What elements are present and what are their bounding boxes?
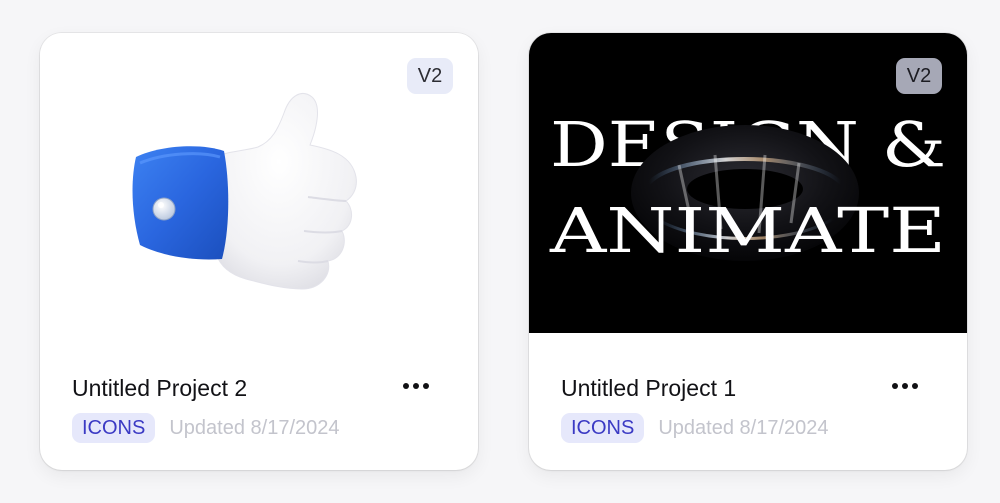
category-tag[interactable]: ICONS	[72, 413, 156, 443]
project-thumbnail[interactable]: V2	[40, 33, 478, 333]
version-badge: V2	[407, 58, 453, 94]
project-info: Untitled Project 1 ICONS Updated 8/17/20…	[561, 373, 935, 443]
updated-date: Updated 8/17/2024	[658, 416, 829, 439]
more-horizontal-icon	[892, 383, 898, 389]
more-options-button[interactable]	[887, 371, 923, 401]
project-card[interactable]: V2 Untitled Project 2 ICONS Updated 8/17…	[40, 33, 478, 470]
more-options-button[interactable]	[398, 371, 434, 401]
project-grid: V2 Untitled Project 2 ICONS Updated 8/17…	[0, 0, 1000, 503]
updated-date: Updated 8/17/2024	[169, 416, 340, 439]
project-title[interactable]: Untitled Project 2	[72, 373, 446, 403]
project-info: Untitled Project 2 ICONS Updated 8/17/20…	[72, 373, 446, 443]
artwork-line-2: ANIMATE	[549, 194, 946, 267]
project-meta: ICONS Updated 8/17/2024	[561, 413, 935, 443]
project-card[interactable]: DESIGN & ANIMATE V2 Untitled Project 1 I…	[529, 33, 967, 470]
more-horizontal-icon	[403, 383, 409, 389]
project-thumbnail[interactable]: DESIGN & ANIMATE V2	[529, 33, 967, 333]
project-title[interactable]: Untitled Project 1	[561, 373, 935, 403]
category-tag[interactable]: ICONS	[561, 413, 645, 443]
version-badge: V2	[896, 58, 942, 94]
project-meta: ICONS Updated 8/17/2024	[72, 413, 446, 443]
